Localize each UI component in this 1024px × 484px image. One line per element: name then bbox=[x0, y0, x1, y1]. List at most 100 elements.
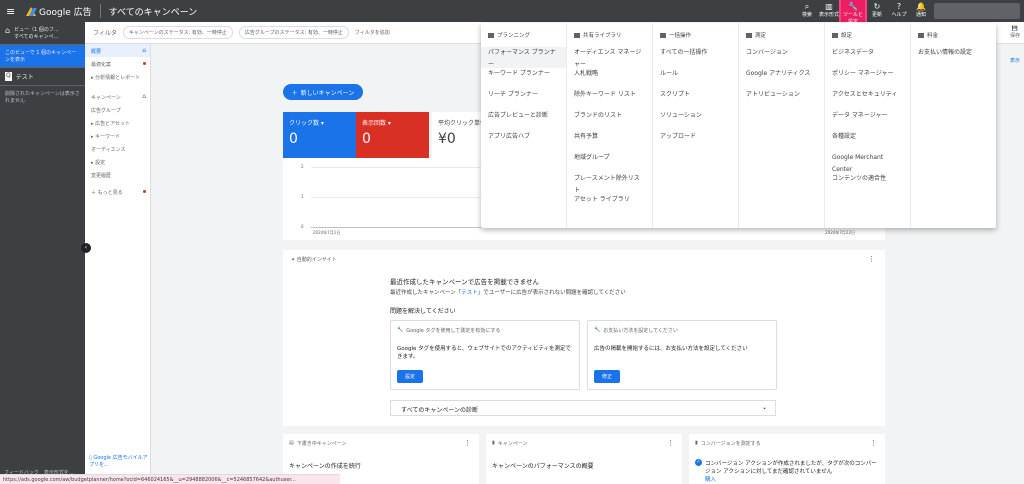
tool-label: ヘルプ bbox=[891, 12, 907, 18]
menu-item[interactable]: Google Merchant Center bbox=[825, 152, 910, 173]
nav-overview[interactable]: 概要 ⌂ bbox=[85, 44, 150, 57]
menu-column-billing: 料金 お支払い情報の設定 bbox=[911, 23, 996, 228]
nav-audiences[interactable]: オーディエンス bbox=[85, 142, 150, 155]
menu-item[interactable]: 各種設定 bbox=[825, 131, 910, 152]
refresh-icon: ↻ bbox=[873, 2, 881, 11]
save-label: 保存 bbox=[1009, 33, 1020, 39]
conversion-card: ▮ コンバージョンを測定する ⋮ ✓ コンバージョン アクションが作成されましたが、… bbox=[689, 434, 885, 484]
nav-change-history[interactable]: 変更履歴 bbox=[85, 168, 150, 181]
menu-header: 測定 bbox=[739, 31, 824, 47]
card-title: お支払い方法を設定してください bbox=[603, 328, 678, 334]
menu-item[interactable]: 除外キーワード リスト bbox=[567, 89, 652, 110]
menu-icon[interactable]: ≡ bbox=[6, 5, 22, 18]
nav-adgroups[interactable]: 広告グループ bbox=[85, 103, 150, 116]
calendar-icon bbox=[488, 32, 494, 38]
setup-button[interactable]: 設定 bbox=[397, 370, 424, 383]
nav-label: オーディエンス bbox=[91, 147, 126, 153]
fix-button[interactable]: 修正 bbox=[594, 370, 621, 383]
nav-label: キーワード bbox=[95, 134, 121, 140]
menu-item[interactable]: アクセスとセキュリティ bbox=[825, 89, 910, 110]
nav-ads-assets[interactable]: ▸ 広告とアセット bbox=[85, 116, 150, 129]
menu-item[interactable]: データ マネージャー bbox=[825, 110, 910, 131]
campaign-test[interactable]: Q テスト bbox=[0, 68, 85, 86]
sparkle-icon: ✦ bbox=[291, 257, 296, 263]
nav-label: 広告グループ bbox=[91, 108, 121, 114]
google-ads-logo[interactable]: Google 広告 bbox=[26, 5, 92, 18]
bell-icon: 🔔 bbox=[916, 2, 926, 11]
menu-item[interactable]: アトリビューション bbox=[739, 89, 824, 110]
display-link[interactable]: 表示 bbox=[1010, 57, 1020, 64]
menu-item[interactable]: プレースメント除外リスト bbox=[567, 173, 652, 194]
nav-more[interactable]: ＋ もっと見る bbox=[85, 185, 150, 198]
notifications-button[interactable]: 🔔 通知 bbox=[911, 0, 931, 22]
nav-keywords[interactable]: ▸ キーワード bbox=[85, 129, 150, 142]
insights-title: ✦ 自動的インサイト bbox=[291, 256, 337, 263]
more-options-icon[interactable]: ⋮ bbox=[870, 439, 877, 447]
card-text: 広告の掲載を開始するには、お支払い方法を設定してください bbox=[594, 346, 748, 352]
tool-label: 検索 bbox=[801, 12, 812, 18]
menu-item[interactable]: ポリシー マネージャー bbox=[825, 68, 910, 89]
save-view-button[interactable]: 💾 保存 bbox=[1010, 26, 1020, 39]
card-text: Google タグを使用すると、ウェブサイトでのアクティビティを測定できます。 bbox=[397, 346, 571, 360]
new-campaign-button[interactable]: ＋新しいキャンペーン bbox=[283, 84, 363, 100]
nav-settings[interactable]: ▸ 設定 bbox=[85, 155, 150, 168]
header-label: 一括操作 bbox=[669, 33, 692, 39]
nav-campaigns[interactable]: キャンペーン ⌂ bbox=[85, 90, 150, 103]
help-button[interactable]: ? ヘルプ bbox=[889, 0, 909, 22]
nav-insights-reports[interactable]: ▸ 分析情報とレポート bbox=[85, 70, 150, 90]
menu-item[interactable]: ビジネスデータ bbox=[825, 47, 910, 68]
menu-item[interactable]: コンテンツの適合性 bbox=[825, 173, 910, 194]
tools-settings-button[interactable]: 🔧ツールと設定 bbox=[839, 0, 867, 25]
campaign-link[interactable]: テスト bbox=[461, 290, 478, 296]
menu-item[interactable]: ソリューション bbox=[653, 110, 738, 131]
menu-item[interactable]: コンバージョン bbox=[739, 47, 824, 68]
menu-item[interactable]: スクリプト bbox=[653, 89, 738, 110]
tool-label: 表示形式 bbox=[819, 12, 840, 18]
add-filter-button[interactable]: フィルタを追加 bbox=[355, 29, 390, 36]
more-options-icon[interactable]: ⋮ bbox=[464, 439, 471, 447]
menu-item[interactable]: 共有予算 bbox=[567, 131, 652, 152]
menu-item[interactable]: パフォーマンス プランナー bbox=[481, 47, 566, 68]
more-options-icon[interactable]: ⋮ bbox=[667, 439, 674, 447]
y-tick: 2 bbox=[301, 164, 304, 169]
metric-impressions[interactable]: 表示回数 ▾ 0 bbox=[356, 112, 429, 158]
menu-item[interactable]: キーワード プランナー bbox=[481, 68, 566, 89]
adgroup-status-filter[interactable]: 広告グループのステータス: 有効、一時停止 bbox=[238, 26, 349, 39]
collapse-nav-button[interactable]: ‹ bbox=[81, 243, 91, 253]
menu-item[interactable]: アセット ライブラリ bbox=[567, 194, 652, 215]
menu-item[interactable]: アップロード bbox=[653, 131, 738, 152]
diag-label: すべてのキャンペーンの診断 bbox=[401, 407, 479, 414]
menu-item[interactable]: アプリ広告ハブ bbox=[481, 131, 566, 152]
bar-chart-icon: ▮ bbox=[695, 440, 698, 446]
filter-label: フィルタ bbox=[93, 30, 117, 37]
menu-item[interactable]: 地域グループ bbox=[567, 152, 652, 173]
diagnostics-dropdown[interactable]: すべてのキャンペーンの診断 ⌄ bbox=[390, 400, 776, 416]
menu-item[interactable]: 広告プレビューと診断 bbox=[481, 110, 566, 131]
nav-label: 変更履歴 bbox=[91, 173, 112, 179]
metric-clicks[interactable]: クリック数 ▾ 0 bbox=[283, 112, 356, 158]
nav-recommendations[interactable]: 最適化案 bbox=[85, 57, 150, 70]
tools-menu: プランニング パフォーマンス プランナー キーワード プランナー リーチ プラン… bbox=[481, 23, 996, 228]
menu-item[interactable]: オーディエンス マネージャー bbox=[567, 47, 652, 68]
menu-item[interactable]: ルール bbox=[653, 68, 738, 89]
app-label: Google 広告モバイルアプリを... bbox=[89, 455, 148, 468]
more-options-icon[interactable]: ⋮ bbox=[868, 255, 875, 263]
conversion-link[interactable]: 購入 bbox=[705, 477, 716, 483]
menu-item[interactable]: すべての一括操作 bbox=[653, 47, 738, 68]
search-button[interactable]: ⌕ 検索 bbox=[797, 0, 817, 22]
desc-text: 」でユーザーに広告が表示されない問題を確認してください bbox=[477, 290, 626, 296]
menu-item[interactable]: ブランドのリスト bbox=[567, 110, 652, 131]
campaign-status-filter[interactable]: キャンペーンのステータス: 有効、一時停止 bbox=[122, 26, 233, 39]
mobile-app-link[interactable]: ▯ Google 広告モバイルアプリを... bbox=[89, 454, 149, 468]
menu-item[interactable]: リーチ プランナー bbox=[481, 89, 566, 110]
menu-item[interactable]: 入札戦略 bbox=[567, 68, 652, 89]
top-bar: ≡ Google 広告 すべてのキャンペーン ⌕検索 ▥表示形式 🔧ツールと設定… bbox=[0, 0, 1024, 25]
view-selector[interactable]: ⌂ ビュー（1 個のフ... すべてのキャンペ... bbox=[0, 22, 85, 45]
insight-heading: 最近作成したキャンペーンで広告を掲載できません bbox=[390, 278, 539, 286]
menu-item[interactable]: お支払い情報の設定 bbox=[911, 47, 996, 68]
appearance-button[interactable]: ▥ 表示形式 bbox=[819, 0, 839, 22]
refresh-button[interactable]: ↻ 更新 bbox=[867, 0, 887, 22]
account-switcher[interactable] bbox=[934, 3, 1020, 19]
menu-item[interactable]: Google アナリティクス bbox=[739, 68, 824, 89]
selected-view[interactable]: このビューで 1 個のキャンペーンを表示 bbox=[0, 45, 85, 68]
